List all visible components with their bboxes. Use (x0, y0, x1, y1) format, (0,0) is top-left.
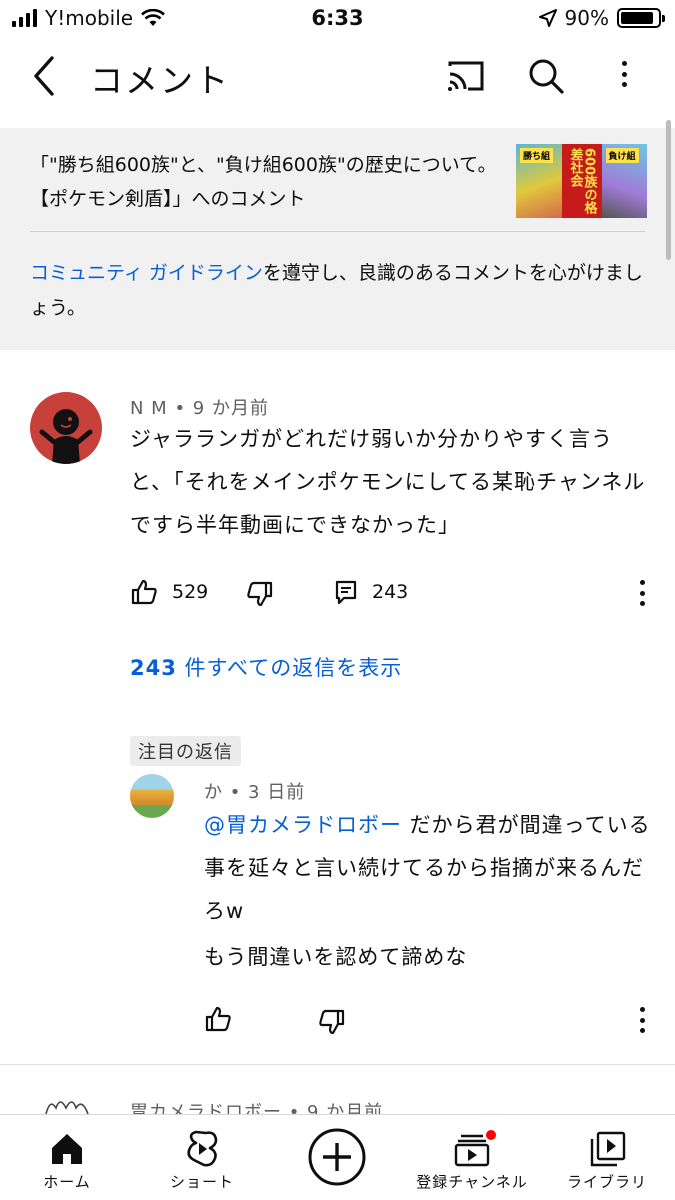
like-count: 529 (172, 581, 209, 603)
reply-text: @胃カメラドロボー だから君が間違っている事を延々と言い続けてるから指摘が来るん… (204, 804, 654, 933)
more-vertical-icon[interactable] (620, 61, 628, 87)
nav-library-label: ライブラリ (566, 1173, 647, 1191)
thumbnail-tag-loser: 負け組 (605, 148, 639, 163)
thumbnail-right: 負け組 (601, 144, 647, 218)
nav-shorts[interactable]: ショート (142, 1115, 262, 1200)
thumb-up-icon (205, 1006, 231, 1032)
video-thumbnail[interactable]: 勝ち組 600族の格差社会 負け組 (516, 144, 647, 218)
reply-more-icon[interactable] (638, 1007, 646, 1033)
thumb-up-icon (131, 579, 157, 605)
highlighted-reply-badge: 注目の返信 (130, 736, 241, 766)
nav-create[interactable] (277, 1115, 397, 1200)
nav-subscriptions-label: 登録チャンネル (416, 1173, 528, 1191)
comment-more-icon[interactable] (638, 580, 646, 606)
thumbnail-center: 600族の格差社会 (561, 144, 602, 218)
location-arrow-icon (538, 9, 557, 27)
video-title: 「"勝ち組600族"と、"負け組600族"の歴史について。【ポケモン剣盾】」への… (30, 154, 497, 210)
avatar-figure-icon (39, 409, 93, 464)
reply-comment-icon (335, 580, 357, 605)
thumbnail-left: 勝ち組 (516, 144, 562, 218)
reply-dislike-button[interactable] (318, 1008, 346, 1036)
scrollbar[interactable] (666, 120, 671, 260)
avatar[interactable] (30, 392, 102, 464)
status-bar: Y!mobile 6:33 90% (0, 0, 675, 38)
next-avatar-icon[interactable] (42, 1094, 92, 1116)
reply-mention[interactable]: @胃カメラドロボー (204, 813, 402, 837)
battery-percent: 90% (564, 6, 609, 30)
like-button[interactable]: 529 (130, 578, 208, 606)
divider (30, 231, 645, 232)
bottom-nav: ホーム ショート 登録チャンネル ライブラリ (0, 1114, 675, 1200)
nav-shorts-label: ショート (169, 1173, 234, 1191)
battery-icon (617, 8, 665, 28)
view-replies-link[interactable]: 243 件すべての返信を表示 (130, 652, 402, 682)
library-icon (590, 1131, 626, 1167)
reply-text-line2: もう間違いを認めて諦めな (204, 945, 468, 969)
reply-meta: か • 3 日前 (204, 782, 306, 803)
reply-button[interactable]: 243 (334, 578, 408, 606)
guideline-link[interactable]: コミュニティ ガイドライン (30, 262, 263, 284)
dislike-button[interactable] (246, 580, 274, 608)
comment-text: ジャラランガがどれだけ弱いか分かりやすく言うと、「それをメインポケモンにしてる某… (130, 427, 646, 537)
thumbnail-headline: 600族の格差社会 (567, 148, 597, 215)
create-plus-icon (308, 1128, 366, 1186)
cast-icon[interactable] (444, 54, 488, 98)
page-title: コメント (90, 61, 230, 100)
thumb-down-icon (319, 1009, 345, 1035)
back-icon[interactable] (28, 54, 60, 98)
nav-subscriptions[interactable]: 登録チャンネル (412, 1115, 532, 1200)
notification-dot (484, 1128, 498, 1142)
app-header: コメント (0, 38, 675, 116)
reply-count: 243 (372, 581, 409, 603)
view-replies-label: 件すべての返信を表示 (176, 656, 403, 680)
thumbnail-tag-winner: 勝ち組 (520, 148, 554, 163)
search-icon[interactable] (524, 54, 568, 98)
nav-home[interactable]: ホーム (7, 1115, 127, 1200)
status-right: 90% (538, 6, 665, 30)
view-replies-count: 243 (130, 656, 177, 680)
nav-library[interactable]: ライブラリ (547, 1115, 667, 1200)
home-icon (52, 1134, 82, 1164)
comment-meta: N M • 9 か月前 (130, 398, 269, 419)
reply-avatar[interactable] (130, 774, 174, 818)
shorts-icon (187, 1130, 218, 1167)
nav-home-label: ホーム (43, 1173, 91, 1191)
reply-like-button[interactable] (204, 1005, 232, 1033)
thumb-down-icon (247, 581, 273, 607)
guideline-notice: コミュニティ ガイドラインを遵守し、良識のあるコメントを心がけましょう。 (30, 256, 645, 326)
divider (0, 1064, 675, 1065)
